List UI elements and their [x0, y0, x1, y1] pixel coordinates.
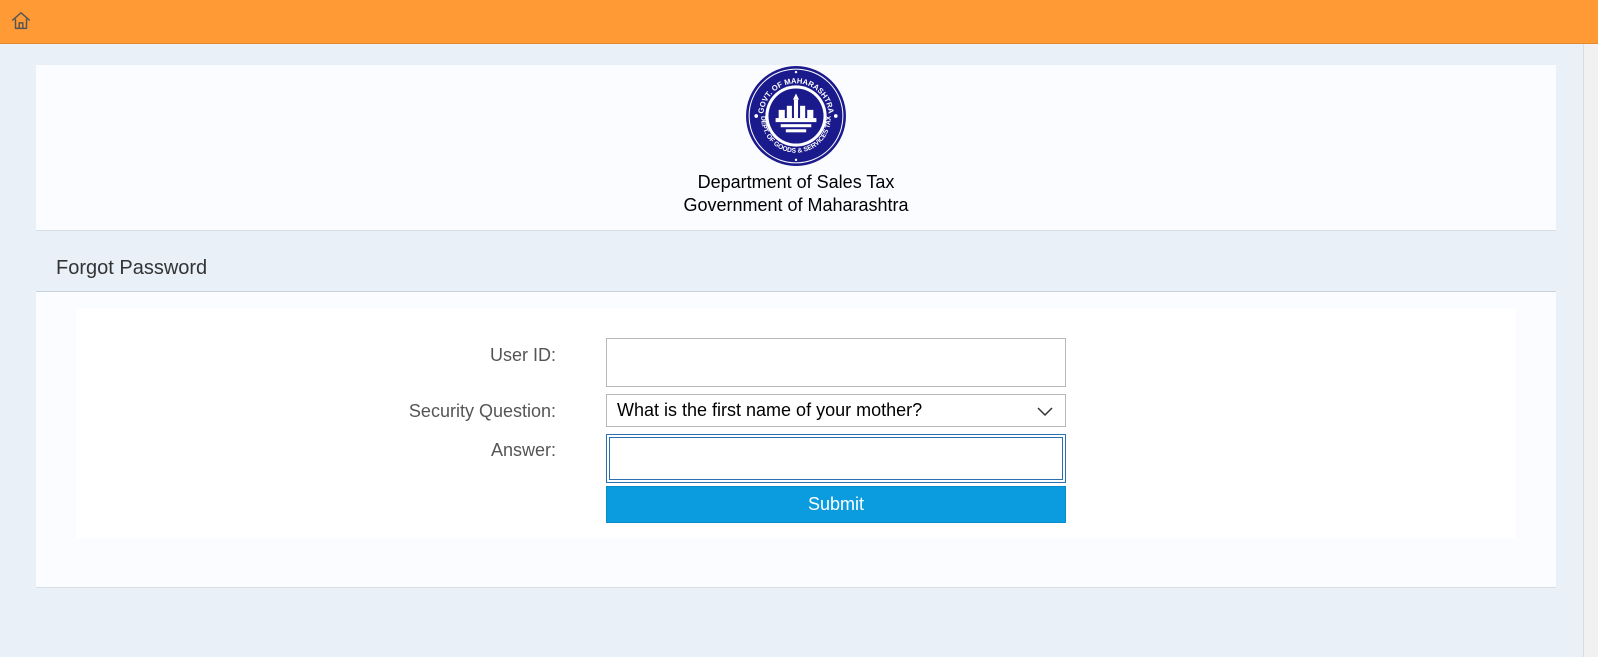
home-icon — [12, 12, 30, 30]
security-question-label: Security Question: — [408, 401, 556, 421]
user-id-input[interactable] — [606, 338, 1066, 387]
answer-input[interactable] — [606, 434, 1066, 483]
chevron-down-icon — [1037, 406, 1053, 416]
department-name: Department of Sales Tax — [697, 172, 895, 192]
scrollbar[interactable] — [1583, 44, 1598, 657]
submit-button[interactable]: Submit — [606, 486, 1066, 523]
department-emblem-logo: GOVT. OF MAHARASHTRA DEPT. OF GOODS & SE… — [746, 66, 846, 166]
forgot-password-form: User ID: Security Question: What is the … — [76, 308, 1516, 538]
header-card: GOVT. OF MAHARASHTRA DEPT. OF GOODS & SE… — [36, 65, 1556, 231]
page-title: Forgot Password — [56, 257, 208, 279]
home-button[interactable] — [8, 8, 34, 34]
forgot-password-form-card: User ID: Security Question: What is the … — [36, 291, 1556, 588]
user-id-label: User ID: — [489, 345, 556, 365]
top-bar — [0, 0, 1598, 44]
government-name: Government of Maharashtra — [683, 195, 909, 215]
security-question-select[interactable]: What is the first name of your mother? — [606, 394, 1066, 427]
security-question-value: What is the first name of your mother? — [617, 400, 923, 420]
answer-label: Answer: — [490, 440, 556, 460]
